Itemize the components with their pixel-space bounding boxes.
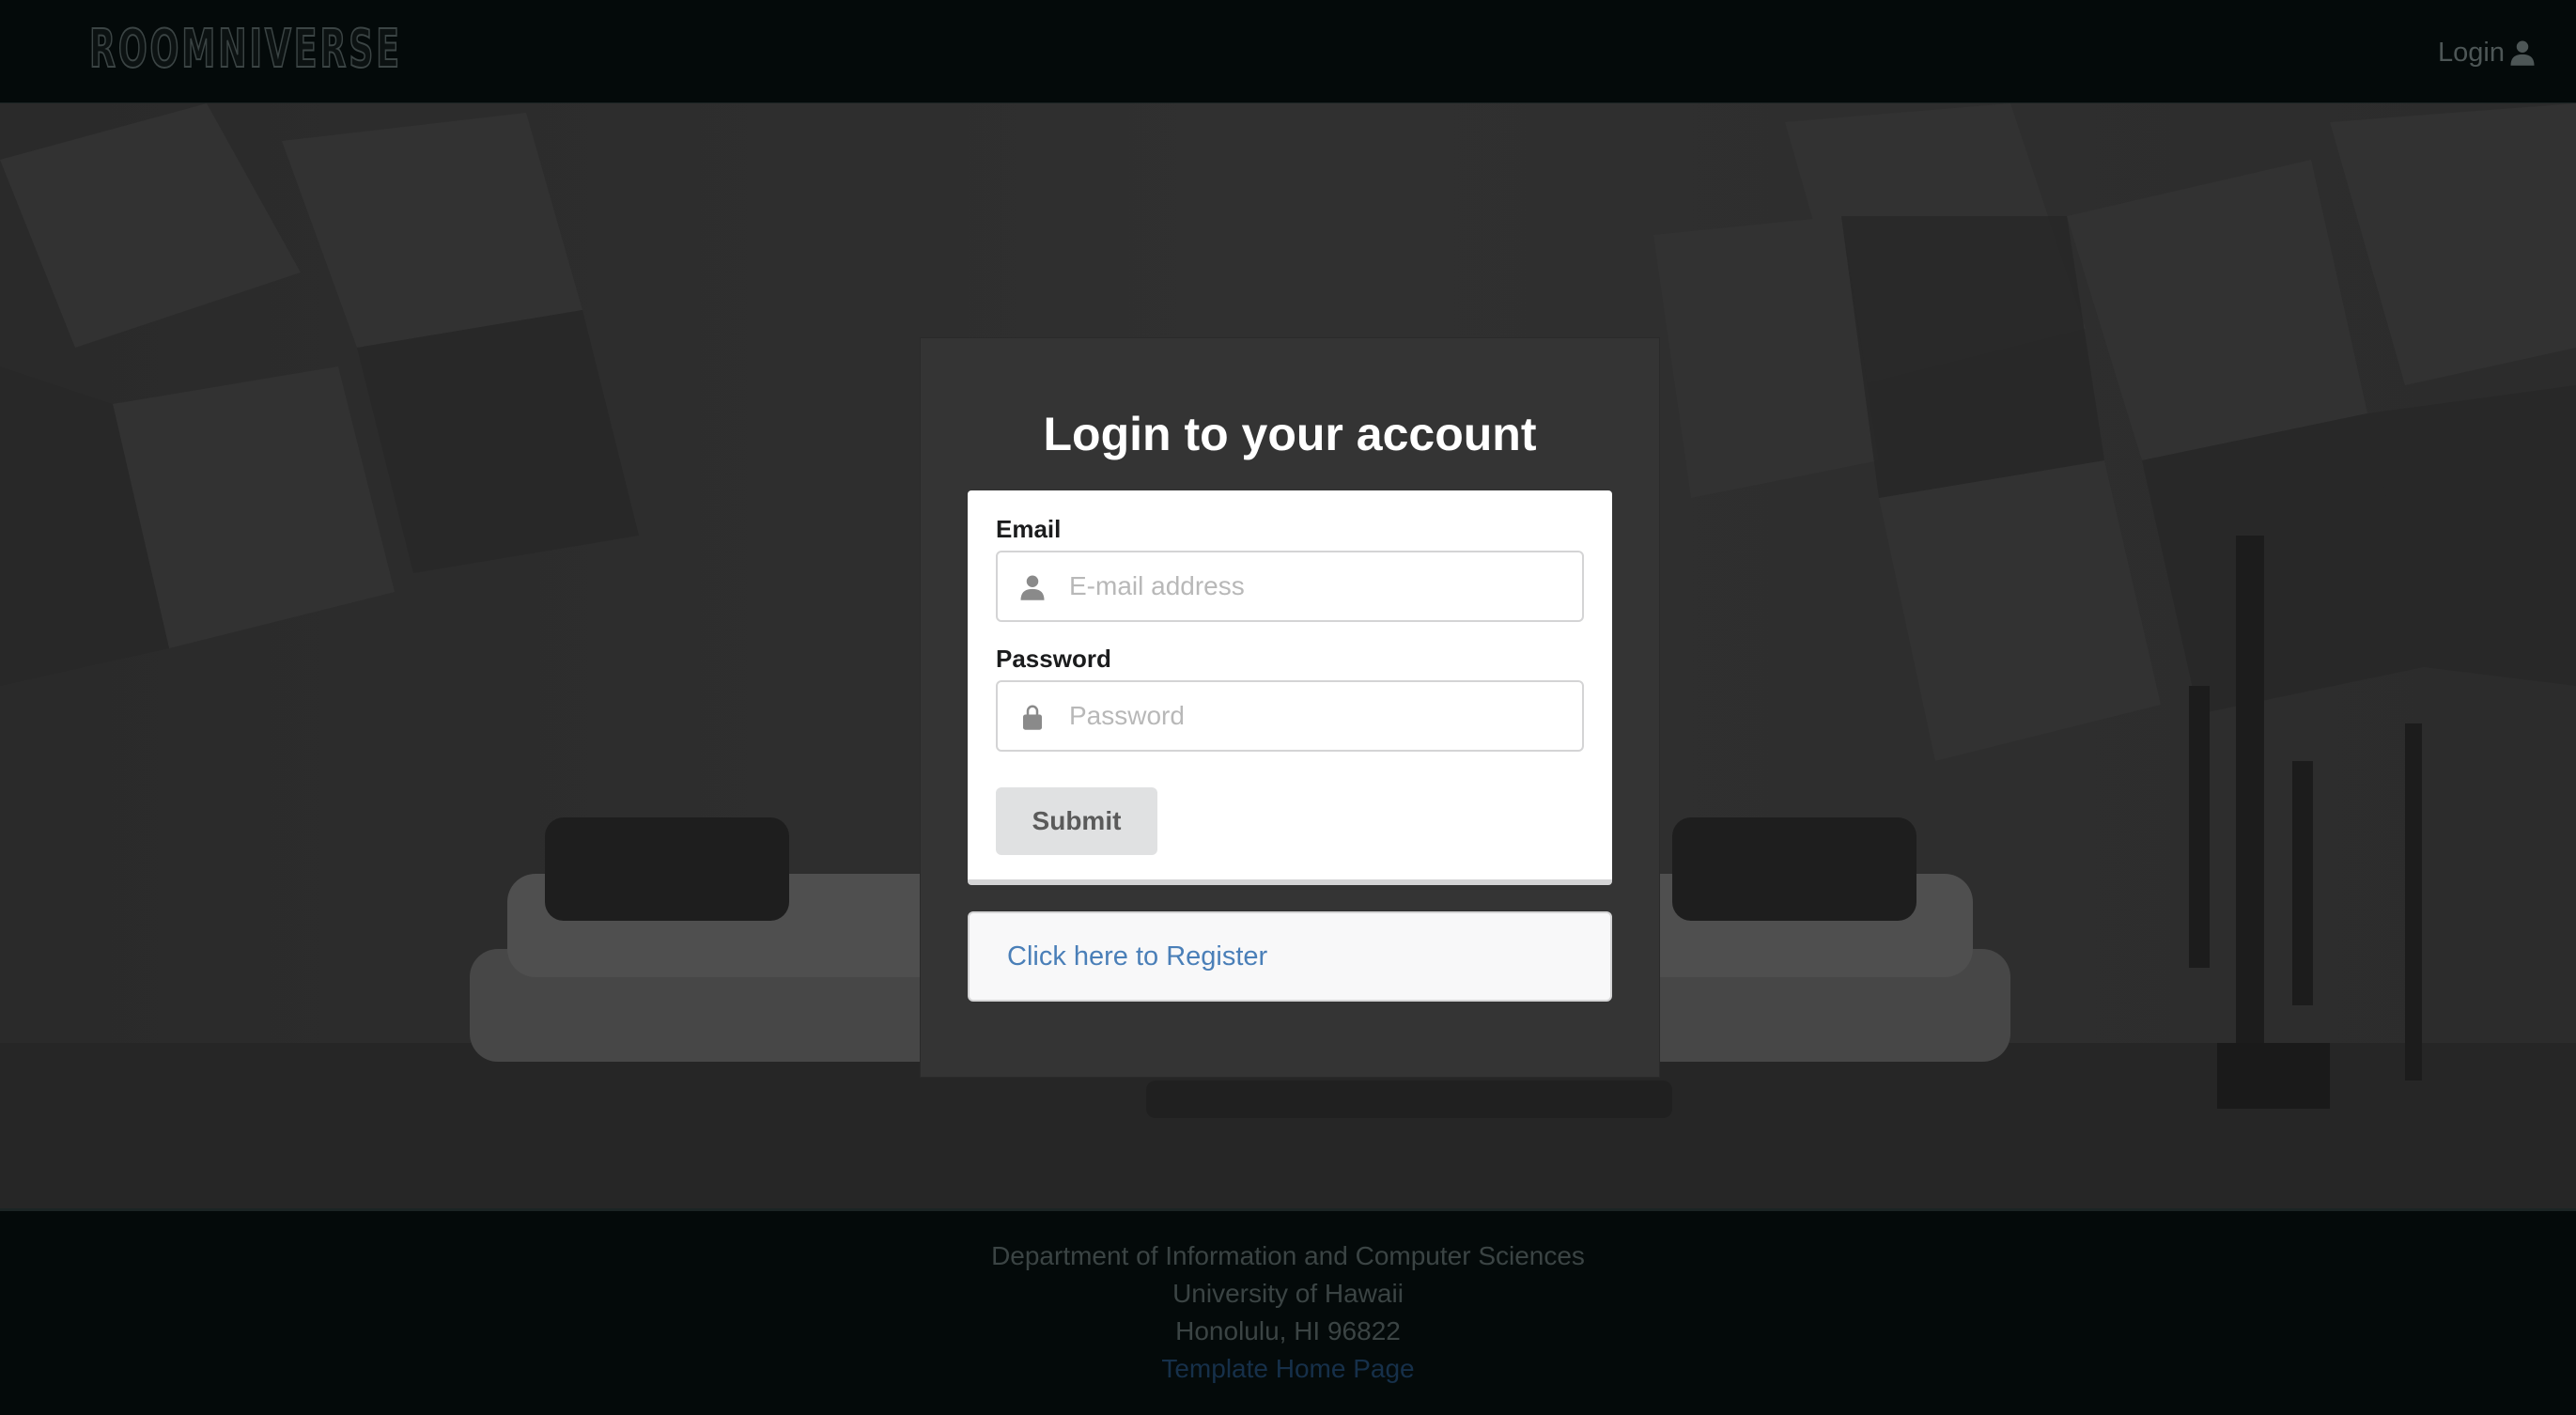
password-input[interactable] — [1067, 682, 1575, 750]
footer-address: Honolulu, HI 96822 — [1175, 1316, 1401, 1345]
template-home-link[interactable]: Template Home Page — [1161, 1354, 1414, 1383]
password-label: Password — [996, 645, 1111, 673]
register-link[interactable]: Click here to Register — [1007, 941, 1267, 972]
submit-button[interactable]: Submit — [996, 787, 1157, 855]
login-panel: Login to your account Email Password Sub… — [921, 338, 1659, 1077]
user-icon — [2510, 40, 2535, 66]
nav-login-menu[interactable]: Login — [2438, 34, 2537, 71]
hero-background: Login to your account Email Password Sub… — [0, 103, 2576, 1208]
top-navbar: ROOMNIVERSE Login — [0, 0, 2576, 103]
footer-university: University of Hawaii — [1172, 1279, 1404, 1308]
login-form: Email Password Submit — [968, 490, 1612, 885]
footer: Department of Information and Computer S… — [0, 1208, 2576, 1415]
brand-logo[interactable]: ROOMNIVERSE — [88, 20, 402, 80]
footer-department: Department of Information and Computer S… — [991, 1241, 1585, 1270]
lock-icon — [1018, 703, 1047, 731]
email-input[interactable] — [1067, 552, 1575, 620]
email-label: Email — [996, 515, 1062, 543]
page-title: Login to your account — [1043, 408, 1537, 460]
register-message: Click here to Register — [968, 911, 1612, 1002]
email-field[interactable] — [996, 551, 1584, 622]
nav-login-label: Login — [2438, 37, 2505, 68]
user-icon — [1018, 573, 1047, 601]
password-field[interactable] — [996, 680, 1584, 752]
